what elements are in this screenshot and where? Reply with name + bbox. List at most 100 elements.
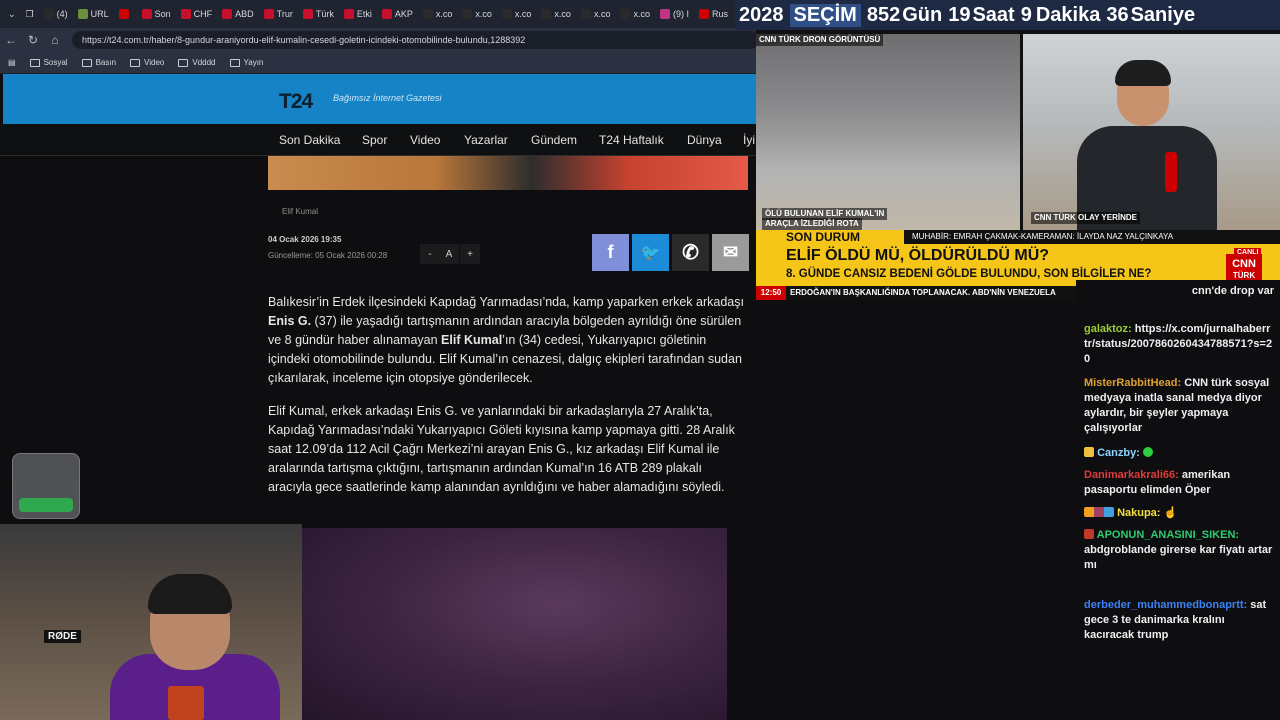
countdown-minutes-label: Dakika [1035,3,1101,26]
reload-icon: ↻ [27,33,39,47]
share-twitter-button[interactable]: 🐦 [632,234,669,271]
share-facebook-button[interactable]: f [592,234,629,271]
countdown-hours-label: Saat [972,3,1015,26]
chat-username[interactable]: Danimarkakrali66: [1084,469,1179,481]
browser-tab[interactable]: AKP [378,3,417,25]
drone-footage: CNN TÜRK DRON GÖRÜNTÜSÜ ÖLÜ BULUNAN ELİF… [756,34,1020,230]
nav-yazarlar[interactable]: Yazarlar [464,133,508,147]
folder-icon [178,58,189,67]
bookmark-label: Vdddd [192,58,216,67]
election-countdown: 2028 SEÇİM 852 Gün 19 Saat 9 Dakika 36 S… [735,0,1280,30]
bold-run: Elif Kumal [441,333,503,347]
bookmark-folder-basin[interactable]: Basın [81,58,116,67]
browser-tab[interactable]: CHF [177,3,217,25]
font-reset-button[interactable]: A [439,244,459,264]
browser-tab[interactable]: Trur [260,3,297,25]
nav-iyi[interactable]: İyi [743,133,755,147]
article-hero-image [268,156,748,190]
bookmark-folder-video[interactable]: Video [130,58,164,67]
browser-tab-label: x.co [554,9,571,19]
ticker-time: 12:50 [756,286,786,300]
browser-tab[interactable]: x.co [537,3,575,25]
browser-tab-bar: ⌄ ❐ (4) URL Son CHF ABD Trur Türk Etki AKP x.co x.… [0,0,735,28]
badge-icon [1084,447,1094,457]
browser-tab-label: AKP [394,9,413,19]
chat-message: APONUN_ANASINI_SIKEN: abdgroblande girer… [1084,528,1274,573]
nav-son-dakika[interactable]: Son Dakika [279,133,340,147]
countdown-hours-value: 19 [948,3,971,26]
nav-video[interactable]: Video [410,133,440,147]
tab-list-button[interactable]: ⌄ [4,3,20,25]
bookmark-folder-sosyal[interactable]: Sosyal [29,58,68,67]
reload-button[interactable]: ↻ [22,29,44,51]
browser-tab-label: Trur [276,9,293,19]
streamer-hair [148,574,232,614]
chat-text: abdgroblande girerse kar fiyatı artar mı [1084,544,1273,571]
bold-run: Enis G. [268,314,312,328]
browser-tab-label: Son [154,9,171,19]
home-icon: ⌂ [51,33,59,47]
chat-username[interactable]: Canzby: [1097,447,1140,459]
folder-icon [29,58,40,67]
nav-gundem[interactable]: Gündem [531,133,577,147]
chat-message: galaktoz: https://x.com/jurnalhaberrtr/s… [1084,322,1274,367]
share-email-button[interactable]: ✉ [712,234,749,271]
page-icon [77,9,88,19]
article-paragraph-1: Balıkesir’in Erdek ilçesindeki Kapıdağ Y… [268,293,744,388]
bookmark-folder-vdddd[interactable]: Vdddd [178,58,216,67]
browser-tab[interactable]: (4) [40,3,72,25]
browser-tab[interactable]: x.co [498,3,536,25]
font-increase-button[interactable]: + [460,244,480,264]
browser-tab[interactable]: Etki [340,3,376,25]
news-icon [263,9,274,19]
browser-tab-label: x.co [593,9,611,19]
chat-username[interactable]: APONUN_ANASINI_SIKEN: [1097,529,1239,541]
workspaces-icon: ❐ [25,8,34,19]
font-decrease-button[interactable]: - [420,244,440,264]
countdown-seconds-label: Saniye [1130,3,1196,26]
browser-tab[interactable]: Rus [695,3,732,25]
site-logo[interactable]: T24 [279,90,313,114]
browser-tab-label: x.co [475,9,492,19]
emote-icon: ☝ [1163,507,1178,519]
browser-tab[interactable] [115,3,136,25]
browser-tab[interactable]: x.co [577,3,615,25]
reporter [1057,56,1227,234]
live-chat: cnn'de drop var galaktoz: https://x.com/… [1076,280,1280,720]
bookmarks-bar: ▤ Sosyal Basın Video Vdddd Yayın [0,52,760,74]
chat-message: cnn'de drop var [1084,284,1274,299]
workspace-button[interactable]: ❐ [22,3,38,25]
reporter-hair [1115,60,1171,86]
browser-tab[interactable]: URL [74,3,113,25]
browser-tab[interactable]: Türk [299,3,338,25]
home-button[interactable]: ⌂ [44,29,66,51]
countdown-days-label: Gün [902,3,943,26]
back-button[interactable]: ← [0,29,22,51]
chat-username[interactable]: Nakupa: [1117,507,1160,519]
browser-tab[interactable]: x.co [458,3,496,25]
chat-message: MisterRabbitHead: CNN türk sosyal medyay… [1084,376,1274,436]
webcam-feed: RØDE [0,524,302,720]
arrow-left-icon: ← [5,33,17,47]
browser-tab[interactable]: Son [138,3,175,25]
bookmarks-menu-button[interactable]: ▤ [8,58,16,67]
browser-tab-label: ABD [235,9,254,19]
chat-username[interactable]: MisterRabbitHead: [1084,377,1181,389]
browser-tab[interactable]: x.co [419,3,457,25]
bookmark-label: Sosyal [43,58,68,67]
browser-tab[interactable]: (9) I [656,3,693,25]
browser-tab[interactable]: x.co [616,3,654,25]
url-field[interactable]: https://t24.com.tr/haber/8-gundur-araniy… [72,31,760,49]
nav-t24-haftalik[interactable]: T24 Haftalık [599,133,664,147]
nav-dunya[interactable]: Dünya [687,133,722,147]
browser-tab-label: x.co [633,9,650,19]
nav-spor[interactable]: Spor [362,133,387,147]
article-video[interactable] [302,528,727,720]
bookmark-folder-yayin[interactable]: Yayın [229,58,263,67]
browser-tab-label: (4) [56,9,68,19]
chat-username[interactable]: galaktoz: [1084,323,1132,335]
chat-username[interactable]: derbeder_muhammedbonaprtt: [1084,599,1247,611]
folder-icon [229,58,240,67]
browser-tab[interactable]: ABD [218,3,258,25]
share-whatsapp-button[interactable]: ✆ [672,234,709,271]
